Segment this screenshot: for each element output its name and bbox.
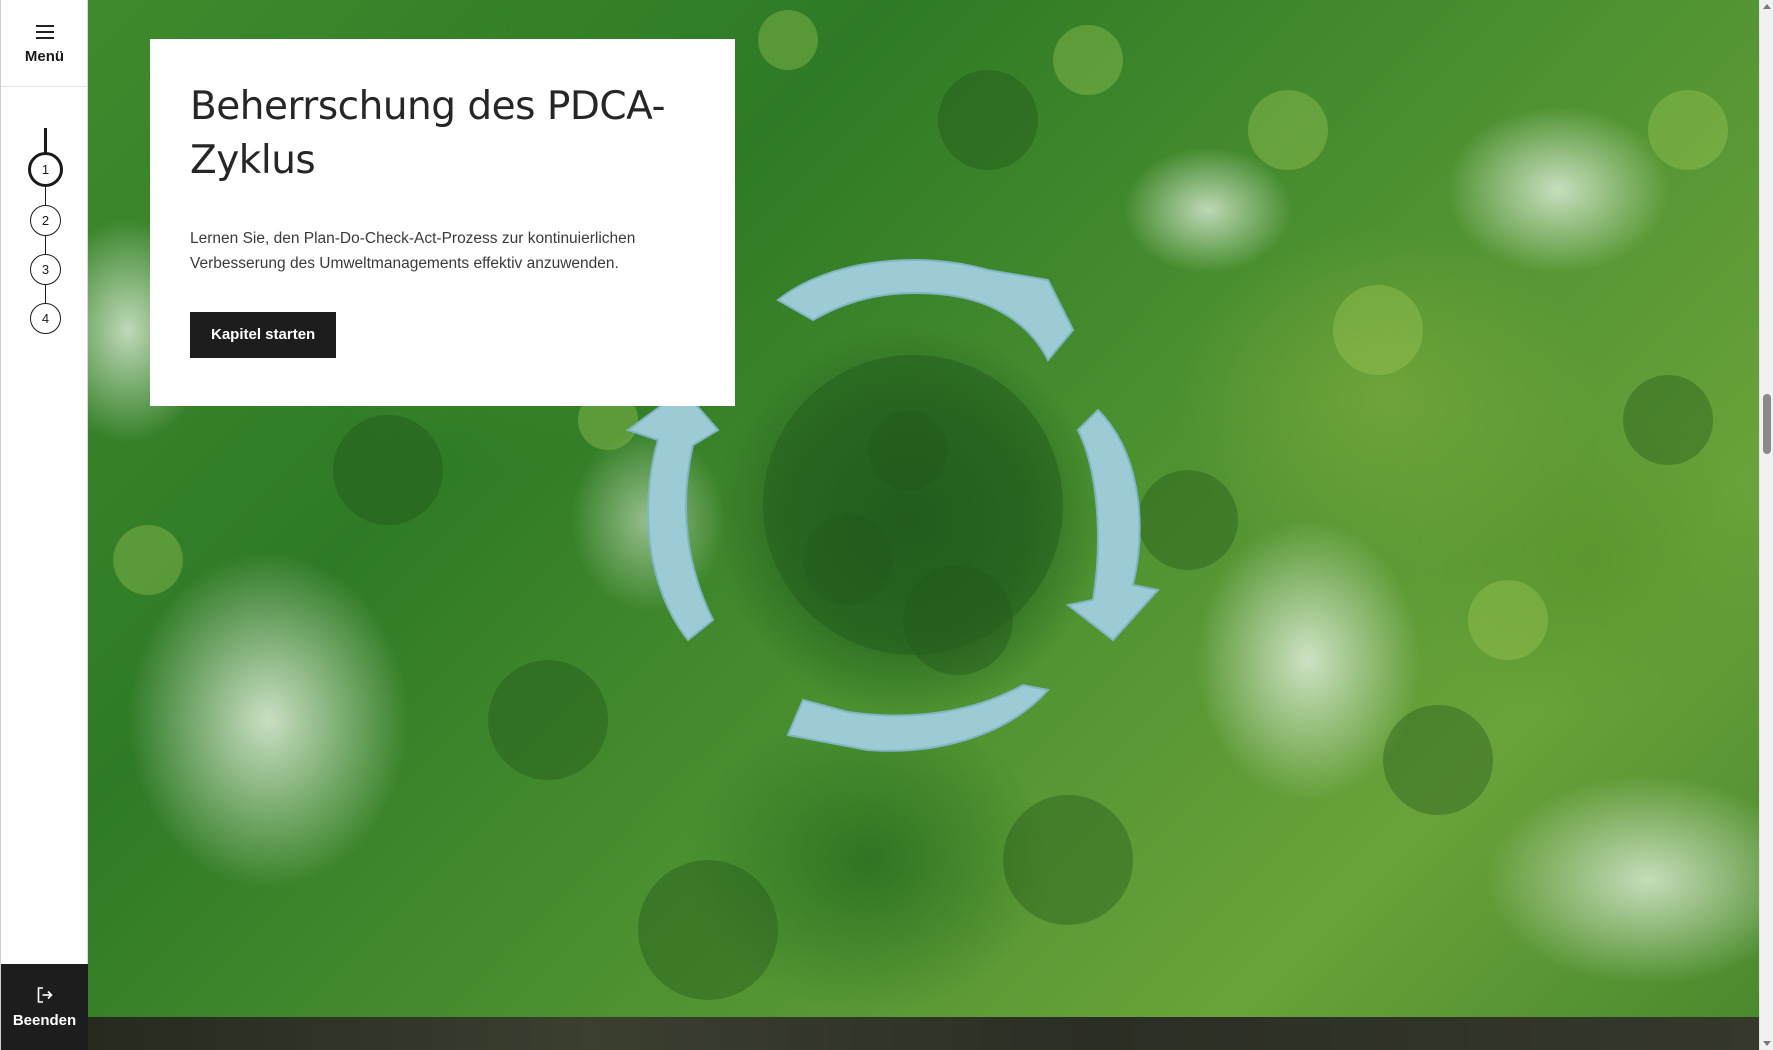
scrollbar-thumb[interactable] [1763, 394, 1771, 454]
step-number: 2 [41, 213, 50, 228]
sidebar: Menü 1 2 3 4 Beenden [0, 0, 88, 1050]
exit-icon [37, 986, 53, 1003]
step-4[interactable]: 4 [30, 303, 61, 334]
step-number: 3 [41, 262, 50, 277]
vertical-scrollbar[interactable] [1759, 0, 1773, 1050]
next-section-preview [88, 1017, 1759, 1050]
step-1[interactable]: 1 [28, 152, 63, 187]
start-chapter-button[interactable]: Kapitel starten [190, 312, 337, 358]
exit-label: Beenden [12, 1011, 77, 1029]
chapter-title: Beherrschung des PDCA-Zyklus [190, 84, 666, 183]
step-number: 1 [41, 162, 50, 177]
hamburger-icon [35, 25, 54, 39]
step-2[interactable]: 2 [30, 205, 61, 236]
scroll-up-icon[interactable] [1763, 4, 1771, 9]
chapter-progress: 1 2 3 4 [1, 125, 88, 355]
chapter-intro-card: Beherrschung des PDCA-Zyklus Lernen Sie,… [150, 39, 735, 406]
app-window: Menü 1 2 3 4 Beenden Beherrschung des PD… [0, 0, 1773, 1050]
chapter-description: Lernen Sie, den Plan-Do-Check-Act-Prozes… [190, 230, 636, 272]
scroll-down-icon[interactable] [1763, 1041, 1771, 1046]
step-3[interactable]: 3 [30, 254, 61, 285]
progress-connector [44, 236, 46, 254]
progress-connector [44, 285, 46, 303]
menu-label: Menü [24, 48, 65, 65]
progress-connector [44, 187, 46, 205]
menu-button[interactable]: Menü [1, 0, 88, 87]
step-number: 4 [41, 311, 50, 326]
exit-button[interactable]: Beenden [1, 964, 88, 1050]
